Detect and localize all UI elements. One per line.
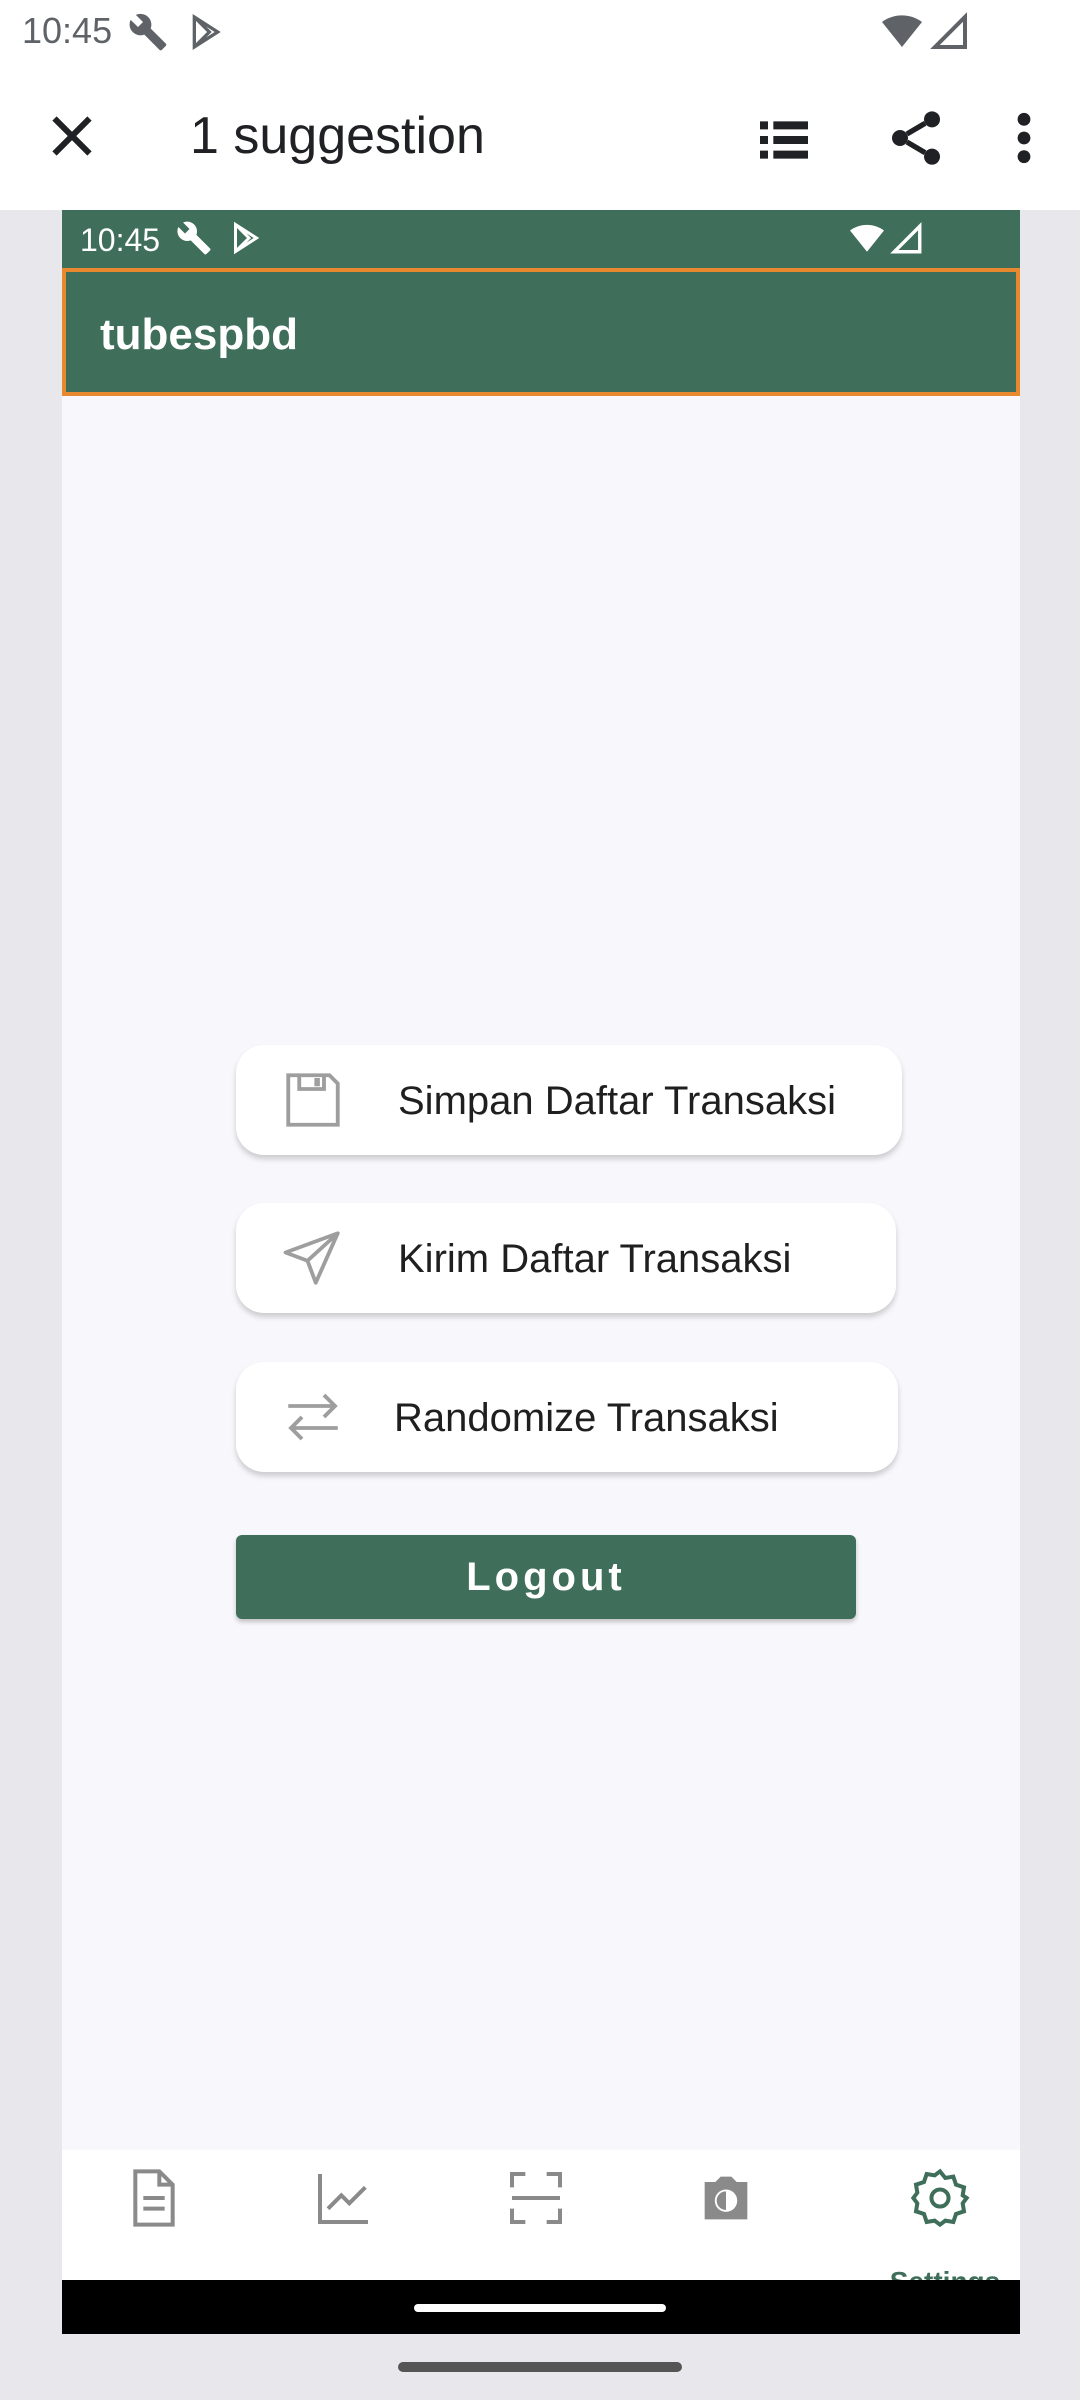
signal-icon [930, 12, 970, 52]
randomize-transactions-label: Randomize Transaksi [394, 1396, 779, 1440]
swap-arrows-icon [280, 1384, 346, 1450]
nav-item-scan[interactable] [504, 2166, 604, 2266]
nav-item-documents[interactable] [122, 2166, 222, 2266]
save-transactions-label: Simpan Daftar Transaksi [398, 1079, 836, 1123]
document-icon [122, 2166, 222, 2230]
app-bar-title: tubespbd [100, 310, 298, 359]
nav-item-chart[interactable] [312, 2166, 412, 2266]
toolbar-title: 1 suggestion [190, 107, 485, 165]
app-status-bar: 10:45 [62, 210, 1020, 268]
scan-icon [504, 2166, 604, 2230]
play-store-icon [186, 12, 226, 52]
share-icon[interactable] [884, 106, 948, 170]
list-view-icon[interactable] [752, 108, 816, 172]
send-icon [280, 1225, 346, 1291]
save-transactions-button[interactable]: Simpan Daftar Transaksi [236, 1045, 902, 1155]
wrench-icon [128, 12, 168, 52]
more-options-icon[interactable] [1004, 106, 1044, 170]
suggestion-toolbar: 1 suggestion [0, 62, 1080, 210]
app-status-time: 10:45 [80, 222, 161, 258]
status-time: 10:45 [22, 10, 113, 51]
wifi-icon [882, 12, 922, 52]
app-gesture-handle[interactable] [414, 2304, 666, 2312]
system-status-bar: 10:45 [0, 0, 1080, 62]
signal-icon [890, 222, 924, 256]
send-transactions-label: Kirim Daftar Transaksi [398, 1237, 792, 1281]
bottom-navigation: Settings [62, 2150, 1020, 2297]
gear-icon [908, 2166, 972, 2230]
send-transactions-button[interactable]: Kirim Daftar Transaksi [236, 1203, 896, 1313]
app-bar[interactable]: tubespbd [62, 268, 1020, 396]
wrench-icon [176, 220, 212, 256]
camera-icon [694, 2166, 794, 2230]
randomize-transactions-button[interactable]: Randomize Transaksi [236, 1362, 898, 1472]
nav-item-settings[interactable]: Settings [870, 2166, 1020, 2297]
logout-button[interactable]: Logout [236, 1535, 856, 1619]
app-gesture-bar [62, 2280, 1020, 2334]
save-icon [280, 1067, 346, 1133]
system-gesture-handle[interactable] [398, 2362, 682, 2372]
chart-icon [312, 2166, 412, 2230]
app-screenshot: 10:45 tubespbd Simpan Daftar Transaksi K… [62, 210, 1020, 2334]
play-store-icon [228, 220, 264, 256]
nav-item-camera[interactable] [694, 2166, 794, 2266]
close-icon[interactable] [42, 106, 102, 166]
wifi-icon [850, 222, 884, 256]
